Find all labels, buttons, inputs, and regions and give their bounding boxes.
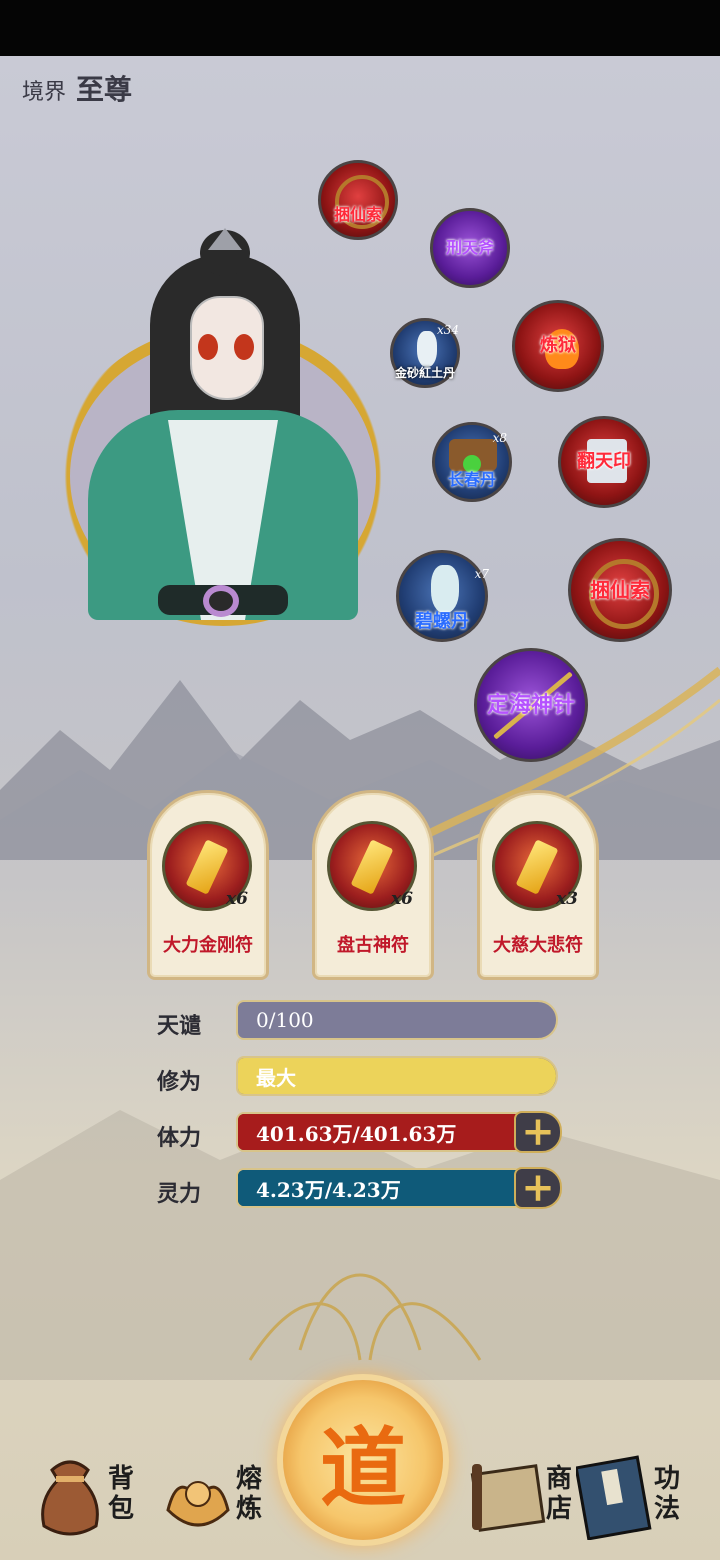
add-stamina-button[interactable]: + bbox=[514, 1111, 562, 1153]
equip-qty: x8 bbox=[492, 431, 507, 445]
dao-glyph: 道 bbox=[320, 1417, 406, 1519]
vase-icon bbox=[431, 565, 459, 613]
talisman-count: x6 bbox=[391, 889, 413, 909]
nav-smelt[interactable]: 熔炼 bbox=[158, 1440, 278, 1550]
equip-slot-8[interactable]: 捆仙索 bbox=[568, 538, 672, 642]
vase-icon bbox=[417, 331, 437, 367]
talisman-count: x6 bbox=[226, 889, 248, 909]
bag-icon bbox=[41, 1460, 99, 1536]
talisman-name: 大慈大悲符 bbox=[493, 935, 583, 956]
equip-name: 炼狱 bbox=[540, 335, 576, 356]
stat-label-tianqian: 天谴 bbox=[157, 1013, 202, 1039]
talisman-icon bbox=[185, 839, 229, 895]
stat-value: 4.23万/4.23万 bbox=[256, 1177, 401, 1202]
equip-name: 碧螺丹 bbox=[415, 611, 469, 632]
lotus-furnace-icon bbox=[166, 1481, 230, 1527]
equip-slot-3[interactable]: x34 金砂紅土丹 bbox=[390, 318, 460, 388]
face-mark-left bbox=[198, 334, 218, 360]
nav-shop-label: 商店 bbox=[546, 1464, 573, 1524]
talisman-card-1[interactable]: x6 大力金刚符 bbox=[147, 790, 269, 980]
nav-smelt-label: 熔炼 bbox=[236, 1464, 263, 1524]
talisman-count: x3 bbox=[556, 889, 578, 909]
dao-main-button[interactable]: 道 bbox=[283, 1380, 443, 1540]
equip-name: 长春丹 bbox=[447, 470, 496, 489]
equip-slot-5[interactable]: x8 长春丹 bbox=[432, 422, 512, 502]
nav-shop[interactable]: 商店 bbox=[468, 1440, 588, 1550]
equip-name: 捆仙索 bbox=[590, 578, 650, 602]
stat-value: 最大 bbox=[256, 1065, 296, 1090]
talisman-card-3[interactable]: x3 大慈大悲符 bbox=[477, 790, 599, 980]
stat-bar-spirit: 4.23万/4.23万 bbox=[236, 1168, 536, 1208]
stat-bar-tianqian: 0/100 bbox=[236, 1000, 558, 1040]
scroll-map-icon bbox=[470, 1464, 546, 1532]
talisman-icon bbox=[350, 839, 394, 895]
book-icon bbox=[576, 1455, 652, 1540]
equip-name: 刑天斧 bbox=[445, 238, 494, 257]
equip-slot-6[interactable]: 翻天印 bbox=[558, 416, 650, 508]
stat-value: 0/100 bbox=[256, 1008, 314, 1032]
talisman-name: 盘古神符 bbox=[337, 935, 409, 956]
nav-bag-label: 背包 bbox=[108, 1464, 135, 1524]
stat-bar-stamina: 401.63万/401.63万 bbox=[236, 1112, 536, 1152]
lotus-scenery bbox=[0, 1110, 720, 1380]
stat-value: 401.63万/401.63万 bbox=[256, 1121, 457, 1146]
equip-slot-2[interactable]: 刑天斧 bbox=[430, 208, 510, 288]
status-bar bbox=[0, 0, 720, 56]
jade-pendant-icon bbox=[203, 585, 239, 617]
nav-skills[interactable]: 功法 bbox=[576, 1440, 696, 1550]
equip-name: 定海神针 bbox=[486, 692, 575, 718]
equip-name: 捆仙索 bbox=[333, 205, 382, 224]
realm-label: 境界 bbox=[22, 80, 67, 105]
equip-slot-9[interactable]: 定海神针 bbox=[474, 648, 588, 762]
realm-display: 境界 至尊 bbox=[22, 68, 132, 108]
stat-label-spirit: 灵力 bbox=[157, 1181, 202, 1207]
equip-qty: x7 bbox=[474, 567, 489, 581]
stat-label-cultivation: 修为 bbox=[157, 1069, 202, 1095]
character-face bbox=[190, 296, 264, 400]
add-spirit-button[interactable]: + bbox=[514, 1167, 562, 1209]
equip-slot-1[interactable]: 捆仙索 bbox=[318, 160, 398, 240]
equip-slot-4[interactable]: 炼狱 bbox=[512, 300, 604, 392]
equip-slot-7[interactable]: x7 碧螺丹 bbox=[396, 550, 489, 642]
equip-qty: x34 bbox=[436, 323, 459, 337]
talisman-card-2[interactable]: x6 盘古神符 bbox=[312, 790, 434, 980]
talisman-icon bbox=[515, 839, 559, 895]
nav-bag[interactable]: 背包 bbox=[30, 1440, 150, 1550]
talisman-name: 大力金刚符 bbox=[163, 935, 253, 956]
equip-name: 金砂紅土丹 bbox=[394, 366, 455, 380]
realm-value: 至尊 bbox=[76, 73, 133, 106]
stat-bar-cultivation: 最大 bbox=[236, 1056, 558, 1096]
equip-name: 翻天印 bbox=[577, 451, 631, 472]
stat-label-stamina: 体力 bbox=[157, 1125, 202, 1151]
nav-skills-label: 功法 bbox=[654, 1464, 681, 1524]
face-mark-right bbox=[234, 334, 254, 360]
